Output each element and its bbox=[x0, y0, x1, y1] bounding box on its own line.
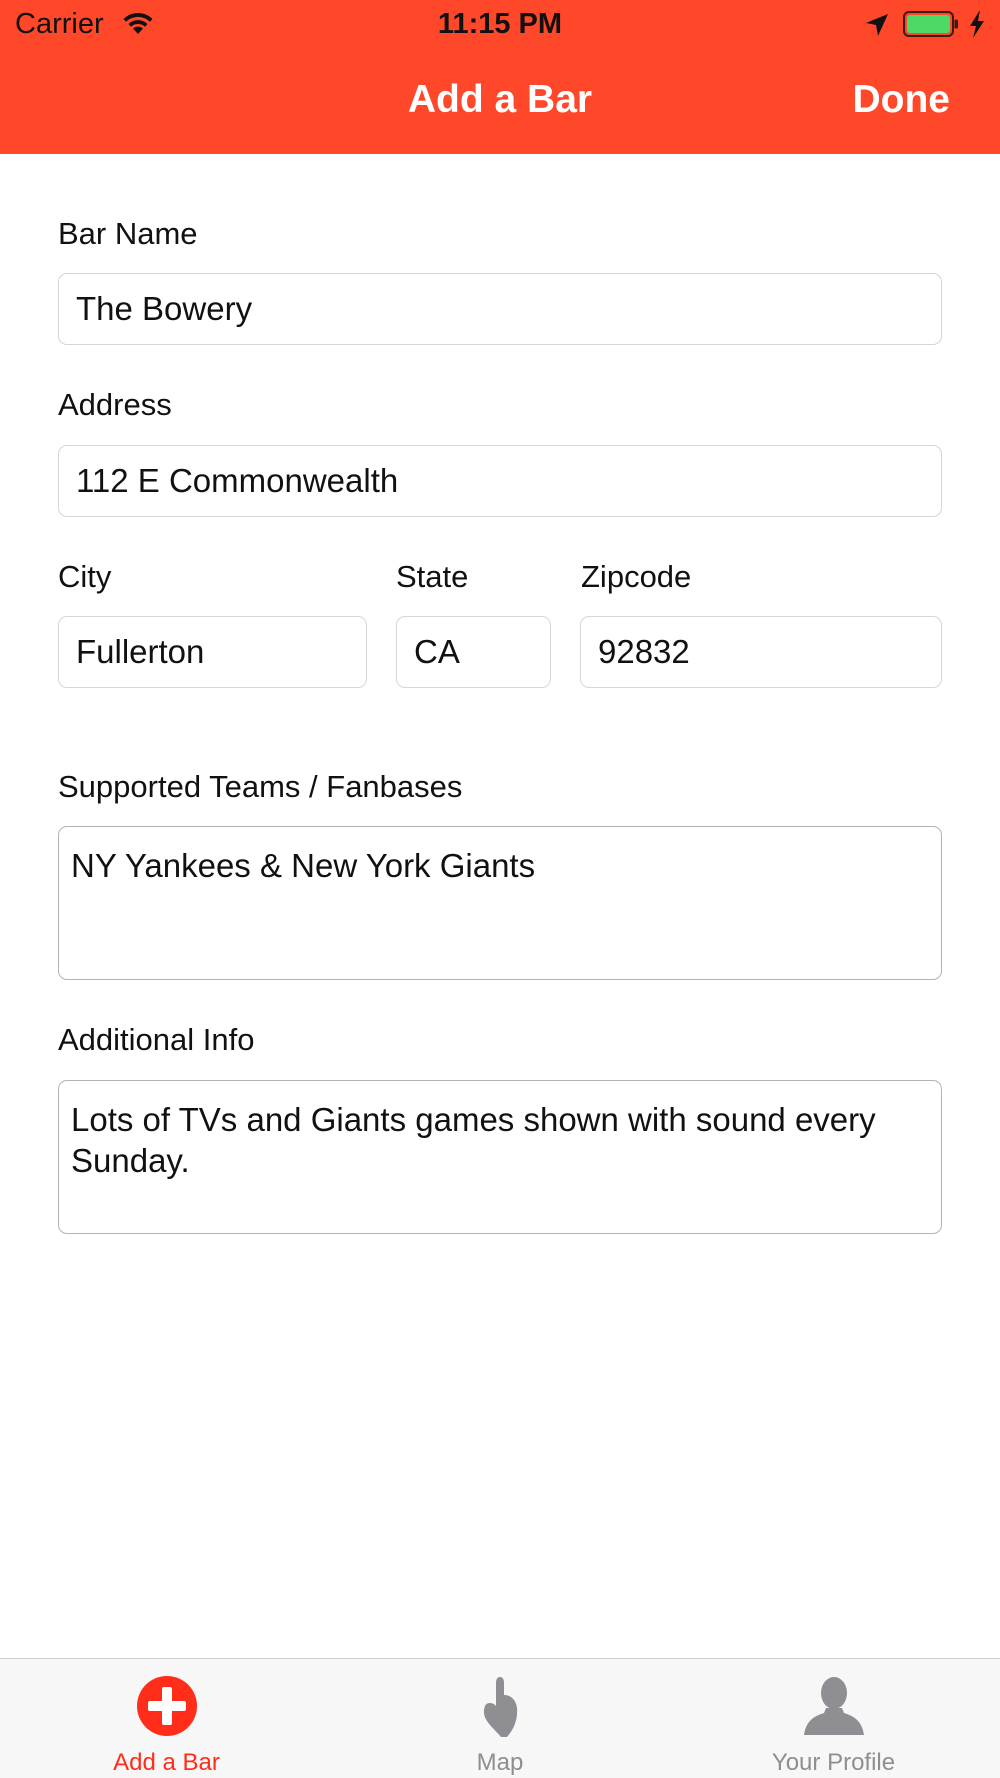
city-label: City bbox=[58, 559, 112, 594]
status-time: 11:15 PM bbox=[437, 8, 563, 40]
teams-value: NY Yankees & New York Giants bbox=[71, 847, 536, 884]
teams-textarea[interactable]: NY Yankees & New York Giants bbox=[58, 826, 942, 980]
page-title: Add a Bar bbox=[407, 78, 593, 121]
person-icon bbox=[803, 1677, 864, 1735]
info-textarea[interactable]: Lots of TVs and Giants games shown with … bbox=[58, 1080, 942, 1234]
status-bar: Carrier 11:15 PM bbox=[0, 0, 1000, 50]
zipcode-label: Zipcode bbox=[581, 559, 692, 594]
city-input[interactable]: Fullerton bbox=[58, 616, 367, 688]
tab-add-a-bar[interactable]: Add a Bar bbox=[0, 1659, 333, 1778]
done-button[interactable]: Done bbox=[853, 78, 951, 122]
bar-name-value: The Bowery bbox=[76, 290, 253, 327]
tab-add-a-bar-label: Add a Bar bbox=[113, 1749, 220, 1776]
tab-your-profile-label: Your Profile bbox=[771, 1749, 896, 1776]
state-label: State bbox=[396, 559, 469, 594]
tab-map-label: Map bbox=[476, 1749, 524, 1776]
tab-your-profile[interactable]: Your Profile bbox=[667, 1659, 1000, 1778]
location-arrow-icon bbox=[866, 14, 888, 36]
info-label: Additional Info bbox=[58, 1022, 255, 1057]
address-label: Address bbox=[58, 387, 172, 422]
battery-icon bbox=[903, 11, 958, 37]
tab-bar: Add a Bar Map Your Profile bbox=[0, 1658, 1000, 1778]
state-value: CA bbox=[414, 633, 460, 670]
bar-name-input[interactable]: The Bowery bbox=[58, 273, 942, 345]
address-input[interactable]: 112 E Commonwealth bbox=[58, 445, 942, 517]
charging-bolt-icon bbox=[970, 10, 984, 38]
tab-map[interactable]: Map bbox=[333, 1659, 667, 1778]
city-value: Fullerton bbox=[76, 633, 205, 670]
pointing-hand-icon bbox=[483, 1677, 518, 1737]
address-value: 112 E Commonwealth bbox=[76, 462, 399, 499]
add-bar-screen: Carrier 11:15 PM Add a Bar Done Bar Name bbox=[0, 0, 1000, 1778]
zipcode-input[interactable]: 92832 bbox=[580, 616, 942, 688]
zipcode-value: 92832 bbox=[598, 633, 690, 670]
plus-circle-icon bbox=[136, 1676, 197, 1736]
state-input[interactable]: CA bbox=[396, 616, 551, 688]
info-value: Lots of TVs and Giants games shown with … bbox=[71, 1101, 876, 1179]
navigation-header: Carrier 11:15 PM Add a Bar Done bbox=[0, 0, 1000, 154]
teams-label: Supported Teams / Fanbases bbox=[58, 769, 463, 804]
bar-name-label: Bar Name bbox=[58, 216, 198, 251]
